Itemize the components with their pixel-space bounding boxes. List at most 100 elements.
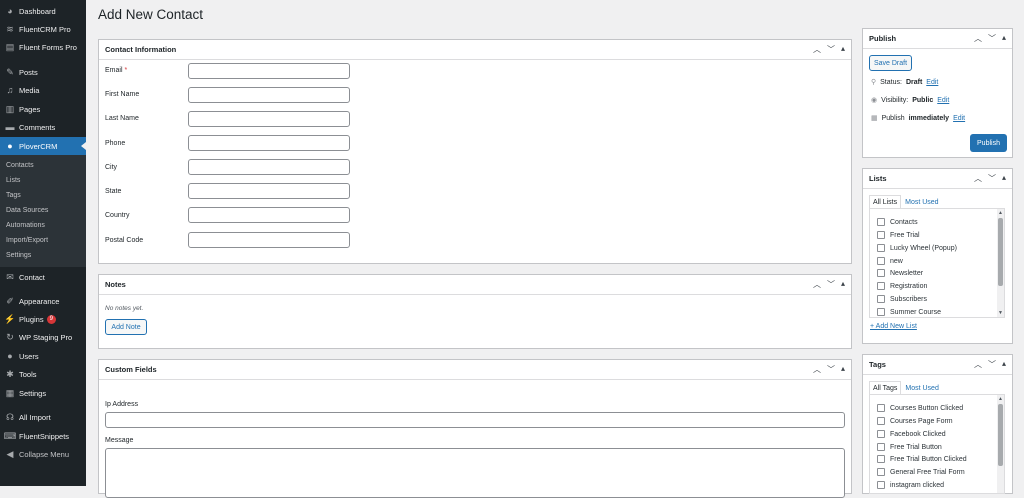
list-item[interactable]: Contacts — [877, 218, 918, 226]
submenu-lists[interactable]: Lists — [6, 177, 20, 184]
add-new-list-link[interactable]: + Add New List — [870, 323, 917, 330]
phone-field[interactable] — [188, 135, 350, 151]
menu-contact[interactable]: ✉ Contact — [0, 268, 86, 286]
publish-button[interactable]: Publish — [970, 134, 1007, 152]
menu-dashboard[interactable]: ◕ Dashboard — [0, 2, 86, 20]
checkbox[interactable] — [877, 481, 885, 489]
submenu-import-export[interactable]: Import/Export — [6, 237, 48, 244]
scroll-up-arrow-icon[interactable]: ▲ — [998, 210, 1003, 216]
checkbox[interactable] — [877, 404, 885, 412]
move-down-icon[interactable]: ﹀ — [827, 44, 835, 55]
submenu-settings[interactable]: Settings — [6, 252, 31, 259]
checkbox[interactable] — [877, 257, 885, 265]
edit-schedule-link[interactable]: Edit — [953, 115, 965, 122]
edit-status-link[interactable]: Edit — [926, 79, 938, 86]
menu-appearance[interactable]: ✐ Appearance — [0, 292, 86, 310]
city-field[interactable] — [188, 159, 350, 175]
menu-fluent-forms-pro[interactable]: ▤ Fluent Forms Pro — [0, 38, 86, 56]
move-up-icon[interactable]: ︿ — [813, 279, 821, 290]
phone-label: Phone — [105, 140, 126, 147]
submenu-data-sources[interactable]: Data Sources — [6, 207, 48, 214]
first-name-field[interactable] — [188, 87, 350, 103]
move-up-icon[interactable]: ︿ — [813, 364, 821, 375]
list-item[interactable]: Free Trial Button — [877, 443, 942, 451]
checkbox[interactable] — [877, 282, 885, 290]
move-up-icon[interactable]: ︿ — [974, 33, 982, 44]
move-down-icon[interactable]: ﹀ — [827, 279, 835, 290]
submenu-contacts[interactable]: Contacts — [6, 162, 34, 169]
menu-settings[interactable]: ▦ Settings — [0, 384, 86, 402]
move-up-icon[interactable]: ︿ — [813, 44, 821, 55]
list-item[interactable]: Free Trial Button Clicked — [877, 455, 967, 463]
lists-scrollbar[interactable]: ▲ ▼ — [997, 209, 1004, 317]
list-item[interactable]: Facebook Clicked — [877, 430, 946, 438]
menu-users[interactable]: ● Users — [0, 347, 86, 365]
checkbox[interactable] — [877, 295, 885, 303]
list-item[interactable]: instagram clicked — [877, 481, 944, 489]
move-up-icon[interactable]: ︿ — [974, 359, 982, 370]
message-field[interactable] — [105, 448, 845, 498]
save-draft-button[interactable]: Save Draft — [869, 55, 912, 71]
postal-code-field[interactable] — [188, 232, 350, 248]
checkbox[interactable] — [877, 430, 885, 438]
scroll-up-arrow-icon[interactable]: ▲ — [998, 396, 1003, 402]
menu-plugins[interactable]: ⚡ Plugins 9 — [0, 310, 86, 328]
add-note-button[interactable]: Add Note — [105, 319, 147, 335]
menu-fluentcrm-pro[interactable]: ≋ FluentCRM Pro — [0, 20, 86, 38]
dashboard-icon: ◕ — [7, 6, 13, 16]
email-field[interactable] — [188, 63, 350, 79]
menu-tools[interactable]: ✱ Tools — [0, 365, 86, 383]
checkbox[interactable] — [877, 231, 885, 239]
list-item[interactable]: Registration — [877, 282, 927, 290]
move-down-icon[interactable]: ﹀ — [988, 33, 996, 44]
ip-address-field[interactable] — [105, 412, 845, 428]
checkbox[interactable] — [877, 308, 885, 316]
menu-collapse[interactable]: ◀ Collapse Menu — [0, 445, 86, 463]
checkbox[interactable] — [877, 443, 885, 451]
toggle-panel-icon[interactable]: ▴ — [1002, 173, 1006, 184]
toggle-panel-icon[interactable]: ▴ — [1002, 359, 1006, 370]
menu-media[interactable]: ♫ Media — [0, 81, 86, 99]
menu-posts[interactable]: ✎ Posts — [0, 63, 86, 81]
list-item[interactable]: Summer Course — [877, 308, 941, 316]
list-item[interactable]: Courses Button Clicked — [877, 404, 963, 412]
checkbox[interactable] — [877, 417, 885, 425]
pin-icon: ✎ — [6, 66, 14, 77]
menu-wp-staging-pro[interactable]: ↻ WP Staging Pro — [0, 328, 86, 346]
scroll-down-arrow-icon[interactable]: ▼ — [998, 310, 1003, 316]
tags-scrollbar[interactable]: ▲ — [997, 395, 1004, 493]
toggle-panel-icon[interactable]: ▴ — [841, 44, 845, 55]
move-up-icon[interactable]: ︿ — [974, 173, 982, 184]
country-field[interactable] — [188, 207, 350, 223]
move-down-icon[interactable]: ﹀ — [827, 364, 835, 375]
checkbox[interactable] — [877, 218, 885, 226]
checkbox[interactable] — [877, 244, 885, 252]
list-item[interactable]: Lucky Wheel (Popup) — [877, 244, 957, 252]
menu-all-import[interactable]: ☊ All Import — [0, 408, 86, 426]
menu-fluentsnippets[interactable]: ⌨ FluentSnippets — [0, 427, 86, 445]
toggle-panel-icon[interactable]: ▴ — [1002, 33, 1006, 44]
scroll-thumb[interactable] — [998, 404, 1003, 466]
menu-comments[interactable]: ▬ Comments — [0, 118, 86, 136]
list-item[interactable]: Courses Page Form — [877, 417, 953, 425]
toggle-panel-icon[interactable]: ▴ — [841, 364, 845, 375]
move-down-icon[interactable]: ﹀ — [988, 173, 996, 184]
checkbox[interactable] — [877, 269, 885, 277]
submenu-tags[interactable]: Tags — [6, 192, 21, 199]
submenu-automations[interactable]: Automations — [6, 222, 45, 229]
list-item[interactable]: new — [877, 257, 903, 265]
state-field[interactable] — [188, 183, 350, 199]
list-item[interactable]: General Free Trial Form — [877, 468, 965, 476]
move-down-icon[interactable]: ﹀ — [988, 359, 996, 370]
list-item[interactable]: Newsletter — [877, 269, 923, 277]
menu-pages[interactable]: ▥ Pages — [0, 100, 86, 118]
last-name-field[interactable] — [188, 111, 350, 127]
toggle-panel-icon[interactable]: ▴ — [841, 279, 845, 290]
menu-plovercrm[interactable]: ● PloverCRM — [0, 137, 86, 155]
checkbox[interactable] — [877, 455, 885, 463]
list-item[interactable]: Free Trial — [877, 231, 920, 239]
edit-visibility-link[interactable]: Edit — [937, 97, 949, 104]
scroll-thumb[interactable] — [998, 218, 1003, 286]
list-item[interactable]: Subscribers — [877, 295, 927, 303]
checkbox[interactable] — [877, 468, 885, 476]
